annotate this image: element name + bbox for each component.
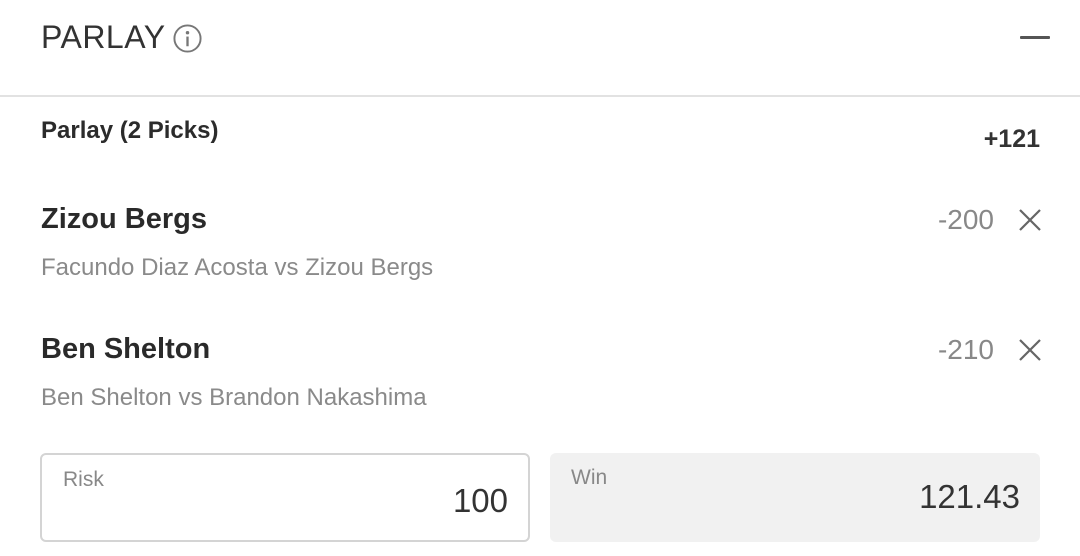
minus-icon bbox=[1020, 36, 1050, 39]
pick-odds: -210 bbox=[937, 334, 994, 365]
info-circle-icon[interactable] bbox=[172, 23, 203, 54]
pick-item: Ben Shelton -210 Ben Shelton vs Brandon … bbox=[0, 331, 1080, 441]
win-field: Win 121.43 bbox=[550, 453, 1040, 542]
header-divider bbox=[0, 95, 1080, 97]
pick-matchup: Facundo Diaz Acosta vs Zizou Bergs bbox=[41, 254, 434, 281]
pick-name: Ben Shelton bbox=[41, 333, 211, 365]
collapse-button[interactable] bbox=[1012, 22, 1058, 52]
win-value: 121.43 bbox=[919, 478, 1020, 515]
page-title: PARLAY bbox=[41, 19, 166, 55]
risk-value[interactable]: 100 bbox=[453, 481, 508, 521]
parlay-odds: +121 bbox=[983, 125, 1040, 153]
parlay-summary-label: Parlay (2 Picks) bbox=[41, 117, 219, 144]
close-icon[interactable] bbox=[1016, 206, 1044, 234]
pick-name: Zizou Bergs bbox=[41, 203, 207, 235]
pick-matchup: Ben Shelton vs Brandon Nakashima bbox=[41, 384, 427, 411]
win-label: Win bbox=[571, 466, 608, 489]
risk-label: Risk bbox=[63, 468, 104, 491]
parlay-header: PARLAY bbox=[0, 0, 1080, 96]
risk-input[interactable]: Risk 100 bbox=[40, 453, 530, 542]
close-icon[interactable] bbox=[1016, 336, 1044, 364]
pick-odds: -200 bbox=[937, 204, 994, 235]
pick-item: Zizou Bergs -200 Facundo Diaz Acosta vs … bbox=[0, 201, 1080, 311]
